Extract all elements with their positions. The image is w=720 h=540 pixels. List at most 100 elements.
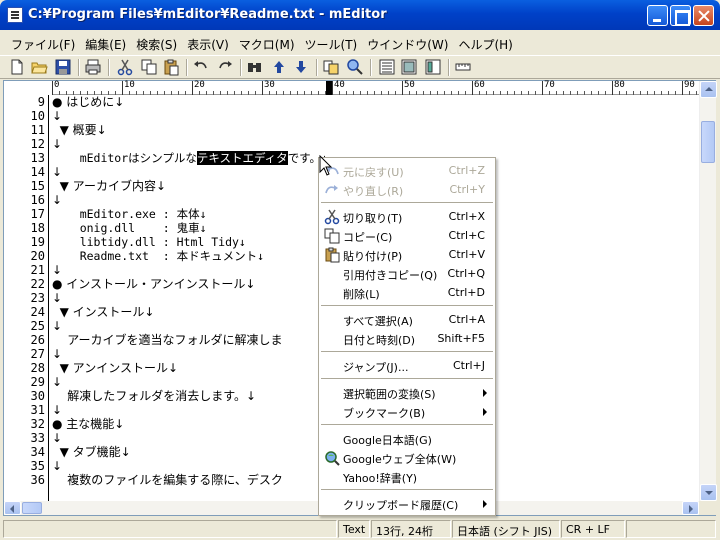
menu-item[interactable]: 表示(V) [182,32,234,54]
menu-item[interactable]: ファイル(F) [6,32,80,54]
text-line[interactable]: ● インストール・アンインストール↓ [52,277,255,291]
text-line[interactable]: Readme.txt : 本ドキュメント↓ [52,249,264,263]
menu-item[interactable]: マクロ(M) [234,32,300,54]
text-line[interactable]: ● はじめに↓ [52,95,124,109]
context-menu-item[interactable]: Yahoo!辞書(Y) [321,467,493,486]
find-up-icon [274,61,284,73]
text-line[interactable]: ↓ [52,137,62,151]
search-web-button[interactable] [346,58,366,77]
toolbar-separator [108,59,110,76]
context-menu-item[interactable]: Googleウェブ全体(W) [321,448,493,467]
text-line[interactable]: ↓ [52,459,62,473]
context-menu-label: Googleウェブ全体(W) [343,453,457,466]
ruler-button[interactable] [454,58,474,77]
text-line[interactable]: ↓ [52,263,62,277]
context-menu-label: 削除(L) [343,288,380,301]
text-line[interactable]: ↓ [52,403,62,417]
context-menu-item[interactable]: 切り取り(T) Ctrl+X [321,207,493,226]
cut-button[interactable] [116,58,136,77]
replace-icon [323,60,339,75]
window-title: C:¥Program Files¥mEditor¥Readme.txt - mE… [28,7,387,22]
text-line[interactable]: ↓ [52,347,62,361]
context-menu-item[interactable]: 削除(L) Ctrl+D [321,283,493,302]
print-icon [85,59,101,75]
find-button[interactable] [246,58,266,77]
text-line[interactable]: ▼ アンインストール↓ [52,361,178,375]
scroll-up-button[interactable] [700,81,717,98]
view-mode-3-button[interactable] [424,58,444,77]
text-line[interactable]: ▼ 概要↓ [52,123,107,137]
horizontal-scroll-thumb[interactable] [22,502,42,514]
line-number: 15 [30,179,45,193]
undo-button[interactable] [192,58,212,77]
scroll-right-button[interactable] [682,501,699,515]
menu-item[interactable]: 編集(E) [80,32,131,54]
status-position: 13行, 24桁 [371,520,451,538]
context-menu-item[interactable]: 日付と時刻(D) Shift+F5 [321,329,493,348]
line-number: 9 [37,95,45,109]
context-menu-item[interactable]: コピー(C) Ctrl+C [321,226,493,245]
replace-button[interactable] [322,58,342,77]
text-line[interactable]: 解凍したフォルダを消去します。↓ [52,389,256,403]
status-extra [626,520,716,538]
text-line[interactable]: ● 主な機能↓ [52,417,124,431]
status-encoding[interactable]: 日本語 (シフト JIS) [452,520,560,538]
context-menu-item[interactable]: すべて選択(A) Ctrl+A [321,310,493,329]
context-menu-item[interactable]: 貼り付け(P) Ctrl+V [321,245,493,264]
context-menu-item[interactable]: 引用付きコピー(Q) Ctrl+Q [321,264,493,283]
undo-icon [194,61,207,69]
scroll-down-button[interactable] [700,484,717,501]
save-button[interactable] [54,58,74,77]
open-folder-button[interactable] [30,58,50,77]
new-file-button[interactable] [8,58,28,77]
text-line[interactable]: ↓ [52,319,62,333]
context-menu-item[interactable]: クリップボード履歴(C) [321,494,493,513]
text-line[interactable]: ↓ [52,375,62,389]
context-menu-item[interactable]: Google日本語(G) [321,429,493,448]
title-bar[interactable]: C:¥Program Files¥mEditor¥Readme.txt - mE… [0,0,720,30]
menu-item[interactable]: ツール(T) [300,32,363,54]
paste-button[interactable] [162,58,182,77]
menu-item[interactable]: ウインドウ(W) [362,32,453,54]
text-line[interactable]: mEditor.exe : 本体↓ [52,207,207,221]
view-mode-1-button[interactable] [378,58,398,77]
text-line[interactable]: ↓ [52,431,62,445]
ruler: 0 10 20 30 40 50 60 70 80 90 [52,80,700,95]
ruler-label: 30 [264,80,275,90]
find-down-button[interactable] [292,58,312,77]
menu-item[interactable]: 検索(S) [131,32,182,54]
menu-item[interactable]: ヘルプ(H) [453,32,517,54]
text-line[interactable]: ▼ インストール↓ [52,305,155,319]
text-line[interactable]: mEditorはシンプルなテキストエディタです。↓ [52,151,328,165]
text-line[interactable]: アーカイブを適当なフォルダに解凍しま [52,333,282,347]
text-line[interactable]: ↓ [52,109,62,123]
text-line[interactable]: ↓ [52,193,62,207]
text-line[interactable]: ▼ タブ機能↓ [52,445,131,459]
scroll-left-button[interactable] [4,501,21,515]
context-menu-item[interactable]: 選択範囲の変換(S) [321,383,493,402]
line-number: 18 [30,221,45,235]
status-line-ending[interactable]: CR + LF [561,520,625,538]
text-line[interactable]: 複数のファイルを編集する際に、デスク [52,473,283,487]
text-line[interactable]: onig.dll : 鬼車↓ [52,221,207,235]
close-button[interactable] [693,5,714,26]
maximize-button[interactable] [670,5,691,26]
app-icon[interactable] [7,7,23,23]
context-menu-item[interactable]: ジャンプ(J)... Ctrl+J [321,356,493,375]
view-mode-2-button[interactable] [400,58,420,77]
ruler-tick [612,81,613,95]
vertical-scrollbar[interactable] [699,81,717,501]
toolbar-separator [78,59,80,76]
text-line[interactable]: ↓ [52,165,62,179]
copy-button[interactable] [140,58,160,77]
find-up-button[interactable] [270,58,290,77]
text-line[interactable]: ↓ [52,291,62,305]
context-menu-item[interactable]: ブックマーク(B) [321,402,493,421]
text-line[interactable]: libtidy.dll : Html Tidy↓ [52,235,246,249]
selected-text[interactable]: テキストエディタ [196,151,288,165]
redo-button[interactable] [216,58,236,77]
text-line[interactable]: ▼ アーカイブ内容↓ [52,179,166,193]
print-button[interactable] [84,58,104,77]
minimize-button[interactable] [647,5,668,26]
vertical-scroll-thumb[interactable] [701,121,715,163]
